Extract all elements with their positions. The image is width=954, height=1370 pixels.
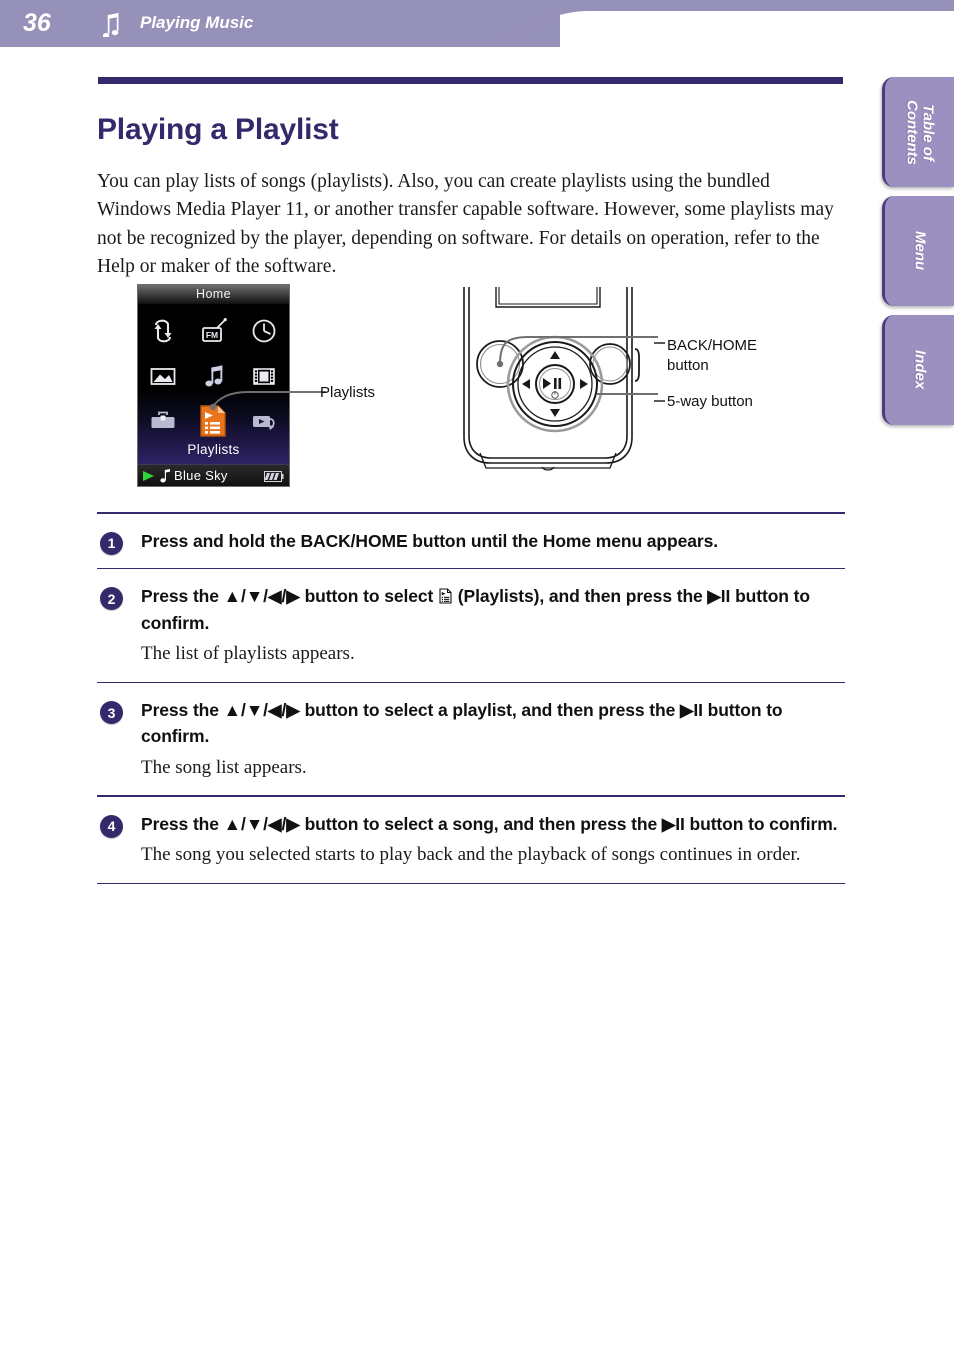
step-description: The song list appears. [141,756,307,778]
battery-icon [264,471,284,482]
step-item: 3 Press the ▲/▼/◀/▶ button to select a p… [97,683,845,795]
page-title: Playing a Playlist [97,113,339,147]
step-item: 2 Press the ▲/▼/◀/▶ button to select (Pl… [97,569,845,681]
down-arrow-icon [550,409,560,417]
playlists-icon [439,588,452,604]
step-number-badge: 1 [100,531,123,555]
screen-titlebar: Home [138,285,289,304]
play-triangle-icon [143,471,154,481]
home-icon-grid: FM [138,308,289,443]
step-heading: Press the ▲/▼/◀/▶ button to select (Play… [141,583,845,636]
step-heading: Press the ▲/▼/◀/▶ button to select a pla… [141,697,845,750]
clock-icon [252,319,276,342]
step-description: The list of playlists appears. [141,642,355,664]
music-note-icon [160,469,170,483]
step-description: The song you selected starts to play bac… [141,844,801,866]
left-arrow-icon [522,379,530,389]
header-title: Playing Music [140,13,254,32]
step-text-post: button to select a song, and then press … [299,813,838,834]
player-device-figure [463,287,658,471]
music-note-icon [102,13,119,37]
callout-label-fiveway-button: 5-way button [667,393,753,410]
step-text-pre: Press the [141,700,224,721]
screen-statusbar: Blue Sky [138,464,289,486]
step-text-mid: button to select [299,586,439,607]
tab-label-menu: Menu [911,231,929,271]
dpad-arrows-glyphs: ▲/▼/◀/▶ [223,586,300,607]
screen-selected-label: Playlists [187,442,240,457]
photo-icon [150,367,176,385]
dpad-arrows-glyphs: ▲/▼/◀/▶ [223,813,300,834]
callout-dash-fiveway [654,400,665,402]
step-separator [97,882,845,885]
fm-radio-icon: FM [202,317,228,342]
settings-toolbox-icon [151,411,175,428]
intro-paragraph: You can play lists of songs (playlists).… [97,170,834,278]
status-song-title: Blue Sky [174,468,228,483]
dpad-arrows-glyphs: ▲/▼/◀/▶ [223,700,300,721]
tab-label-index: Index [911,350,929,390]
tab-label-table-of-contents: Table of Contents [903,99,937,165]
callout-label-playlists: Playlists [320,384,376,401]
callout-label-backhome-button: BACK/HOME button [667,337,758,374]
step-item: 1 Press and hold the BACK/HOME button un… [97,514,845,568]
step-text-pre: Press the [141,586,224,607]
header-curve-decoration [470,0,660,47]
steps-list: 1 Press and hold the BACK/HOME button un… [97,512,845,885]
right-arrow-icon [580,379,588,389]
step-number-badge: 3 [100,701,123,725]
step-item: 4 Press the ▲/▼/◀/▶ button to select a s… [97,797,845,883]
playback-history-icon [154,319,172,342]
up-arrow-icon [550,351,560,359]
step-text-pre: Press the [141,813,224,834]
sidebar-tab-menu[interactable]: Menu [882,196,954,306]
step-number-badge: 4 [100,814,123,838]
step-heading: Press and hold the BACK/HOME button unti… [141,530,718,551]
step-heading: Press the ▲/▼/◀/▶ button to select a son… [141,811,845,837]
play-icon [543,378,551,389]
callout-leader-lines [496,336,658,395]
callout-leader-line-playlists [209,391,326,411]
fm-radio-label: FM [206,330,218,340]
pause-icon [554,378,557,389]
sidebar-tab-table-of-contents[interactable]: Table of Contents [882,77,954,187]
page-number: 36 [23,9,51,37]
page-header: 36 Playing Music [0,0,954,56]
callout-dash-backhome [654,342,665,344]
step-number-badge: 2 [100,587,123,611]
five-way-button-shape[interactable] [506,335,604,433]
sidebar-tab-index[interactable]: Index [882,315,954,425]
title-rule [98,77,843,84]
